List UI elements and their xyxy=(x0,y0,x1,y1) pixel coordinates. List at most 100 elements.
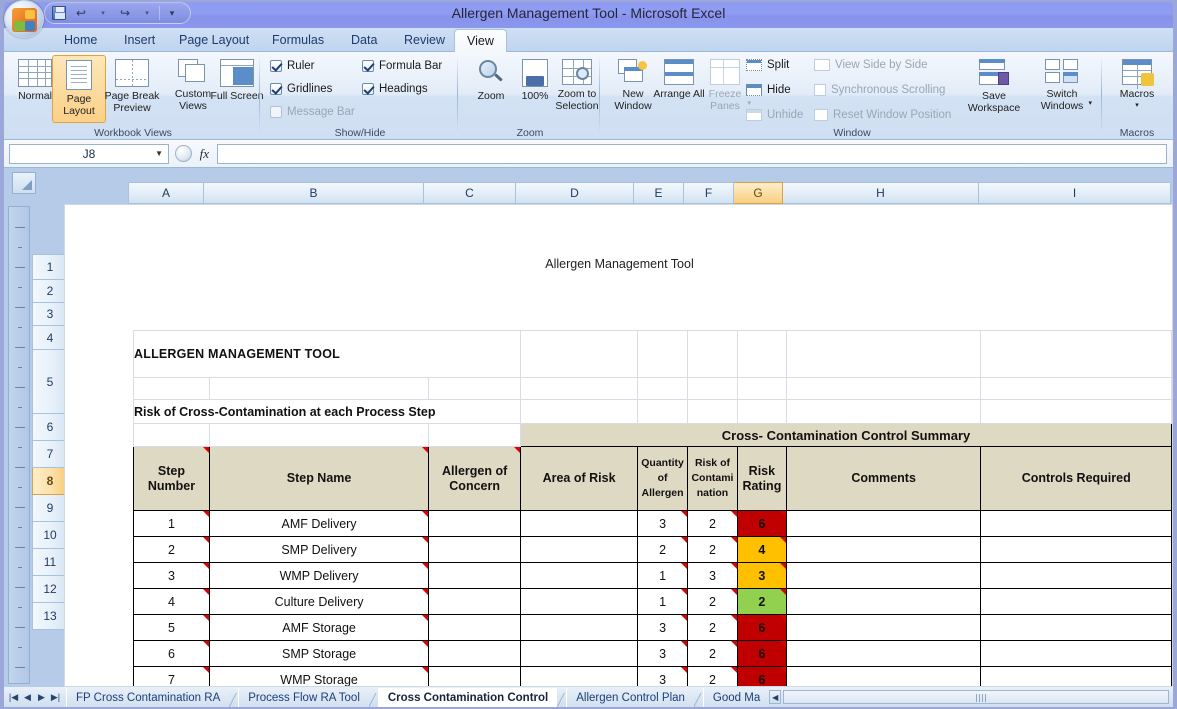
cell-allergen-of-concern[interactable] xyxy=(428,510,522,537)
cell-risk-rating[interactable]: 6 xyxy=(736,614,787,641)
row-header-5[interactable]: 5 xyxy=(32,350,68,414)
cell-risk-rating[interactable]: 2 xyxy=(736,588,787,615)
page-layout-view-button[interactable]: Page Layout xyxy=(52,55,106,123)
cell-controls-required[interactable] xyxy=(980,536,1172,563)
cell-controls-required[interactable] xyxy=(980,666,1172,686)
cell-step-number[interactable]: 3 xyxy=(133,562,210,589)
cell-g2[interactable] xyxy=(736,377,787,400)
cell-risk-of-contamination[interactable]: 2 xyxy=(687,536,738,563)
cell-risk-of-contamination[interactable]: 3 xyxy=(687,562,738,589)
tab-insert[interactable]: Insert xyxy=(112,29,167,52)
sheet-tab[interactable]: Allergen Control Plan xyxy=(566,688,694,707)
cell-step-name[interactable]: SMP Storage xyxy=(208,640,430,667)
cell-g3[interactable] xyxy=(736,399,787,424)
cell-step-number[interactable]: 1 xyxy=(133,510,210,537)
cell-step-name[interactable]: WMP Storage xyxy=(208,666,430,686)
row-header-1[interactable]: 1 xyxy=(32,254,68,280)
office-button-icon[interactable] xyxy=(4,0,44,38)
cell-i3[interactable] xyxy=(980,399,1172,424)
cell-h1[interactable] xyxy=(785,330,982,378)
column-header-i[interactable]: I xyxy=(979,182,1171,204)
split-button[interactable]: Split xyxy=(746,59,789,71)
column-header-d[interactable]: D xyxy=(516,182,634,204)
cell-controls-required[interactable] xyxy=(980,510,1172,537)
sheet-tab[interactable]: Good Ma xyxy=(702,688,770,707)
cell-d2[interactable] xyxy=(520,377,639,400)
cell-allergen-of-concern[interactable] xyxy=(428,562,522,589)
cell-area-of-risk[interactable] xyxy=(520,536,639,563)
cell-risk-of-contamination[interactable]: 2 xyxy=(687,640,738,667)
column-header-a[interactable]: A xyxy=(128,182,204,204)
cell-controls-required[interactable] xyxy=(980,562,1172,589)
cell-comments[interactable] xyxy=(785,614,982,641)
cell-controls-required[interactable] xyxy=(980,614,1172,641)
cell-f2[interactable] xyxy=(687,377,738,400)
undo-dropdown-icon[interactable]: ▾ xyxy=(93,4,113,22)
cell-risk-of-contamination[interactable]: 2 xyxy=(687,510,738,537)
cell-area-of-risk[interactable] xyxy=(520,588,639,615)
checkbox-headings[interactable]: Headings xyxy=(362,83,428,95)
column-header-f[interactable]: F xyxy=(684,182,734,204)
cell-e1[interactable] xyxy=(637,330,689,378)
macros-button[interactable]: Macros ▾ xyxy=(1110,55,1164,123)
cell-b2[interactable] xyxy=(208,377,430,400)
row-header-3[interactable]: 3 xyxy=(32,303,68,326)
sheet-nav-next-icon[interactable]: ▶ xyxy=(35,692,48,703)
tab-home[interactable]: Home xyxy=(52,29,109,52)
cell-quantity-of-allergen[interactable]: 1 xyxy=(637,588,689,615)
cell-risk-rating[interactable]: 6 xyxy=(736,510,787,537)
cell-area-of-risk[interactable] xyxy=(520,666,639,686)
cell-allergen-of-concern[interactable] xyxy=(428,536,522,563)
sheet-tab[interactable]: Process Flow RA Tool xyxy=(238,688,369,707)
hide-button[interactable]: Hide xyxy=(746,84,791,96)
cell-allergen-of-concern[interactable] xyxy=(428,614,522,641)
cell-allergen-of-concern[interactable] xyxy=(428,666,522,686)
name-box-dropdown-icon[interactable]: ▼ xyxy=(155,149,163,158)
cell-area-of-risk[interactable] xyxy=(520,614,639,641)
cell-allergen-of-concern[interactable] xyxy=(428,588,522,615)
row-header-6[interactable]: 6 xyxy=(32,414,68,441)
quick-access-toolbar[interactable]: ↩ ▾ ↪ ▾ ▾ xyxy=(44,2,191,24)
cell-quantity-of-allergen[interactable]: 3 xyxy=(637,666,689,686)
tab-review[interactable]: Review xyxy=(392,29,457,52)
row-header-12[interactable]: 12 xyxy=(32,576,68,603)
cell-risk-of-contamination[interactable]: 2 xyxy=(687,614,738,641)
cell-comments[interactable] xyxy=(785,640,982,667)
cell-d1[interactable] xyxy=(520,330,639,378)
formula-input[interactable] xyxy=(217,143,1167,164)
column-header-g[interactable]: G xyxy=(734,182,783,204)
cell-b4[interactable] xyxy=(208,423,430,447)
cell-h3[interactable] xyxy=(785,399,982,424)
cell-step-name[interactable]: SMP Delivery xyxy=(208,536,430,563)
insert-function-icon[interactable]: fx xyxy=(200,146,209,162)
tab-scroll-left-icon[interactable]: ◀ xyxy=(769,690,782,704)
zoom-to-selection-button[interactable]: Zoom to Selection xyxy=(552,55,602,123)
cell-risk-of-contamination[interactable]: 2 xyxy=(687,666,738,686)
macros-dropdown-icon[interactable]: ▾ xyxy=(1135,100,1139,112)
cell-step-number[interactable]: 4 xyxy=(133,588,210,615)
cell-comments[interactable] xyxy=(785,536,982,563)
name-box[interactable]: J8 ▼ xyxy=(9,143,169,164)
checkbox-formula-bar-box[interactable] xyxy=(362,60,374,72)
cell-quantity-of-allergen[interactable]: 3 xyxy=(637,640,689,667)
tab-formulas[interactable]: Formulas xyxy=(260,29,336,52)
column-header-h[interactable]: H xyxy=(783,182,979,204)
checkbox-ruler-box[interactable] xyxy=(270,60,282,72)
cell-c2[interactable] xyxy=(428,377,522,400)
cell-comments[interactable] xyxy=(785,588,982,615)
column-header-c[interactable]: C xyxy=(424,182,516,204)
row-header-13[interactable]: 13 xyxy=(32,603,68,630)
select-all-button[interactable] xyxy=(12,172,36,194)
undo-icon[interactable]: ↩ xyxy=(71,4,91,22)
checkbox-gridlines[interactable]: Gridlines xyxy=(270,83,332,95)
cell-area-of-risk[interactable] xyxy=(520,510,639,537)
tab-data[interactable]: Data xyxy=(339,29,389,52)
cell-step-name[interactable]: AMF Storage xyxy=(208,614,430,641)
cell-quantity-of-allergen[interactable]: 3 xyxy=(637,510,689,537)
cell-controls-required[interactable] xyxy=(980,588,1172,615)
row-header-4[interactable]: 4 xyxy=(32,326,68,350)
customize-qat-icon[interactable]: ▾ xyxy=(162,4,182,22)
redo-dropdown-icon[interactable]: ▾ xyxy=(137,4,157,22)
sheet-nav-buttons[interactable]: |◀ ◀ ▶ ▶| xyxy=(4,692,62,703)
cell-step-number[interactable]: 2 xyxy=(133,536,210,563)
